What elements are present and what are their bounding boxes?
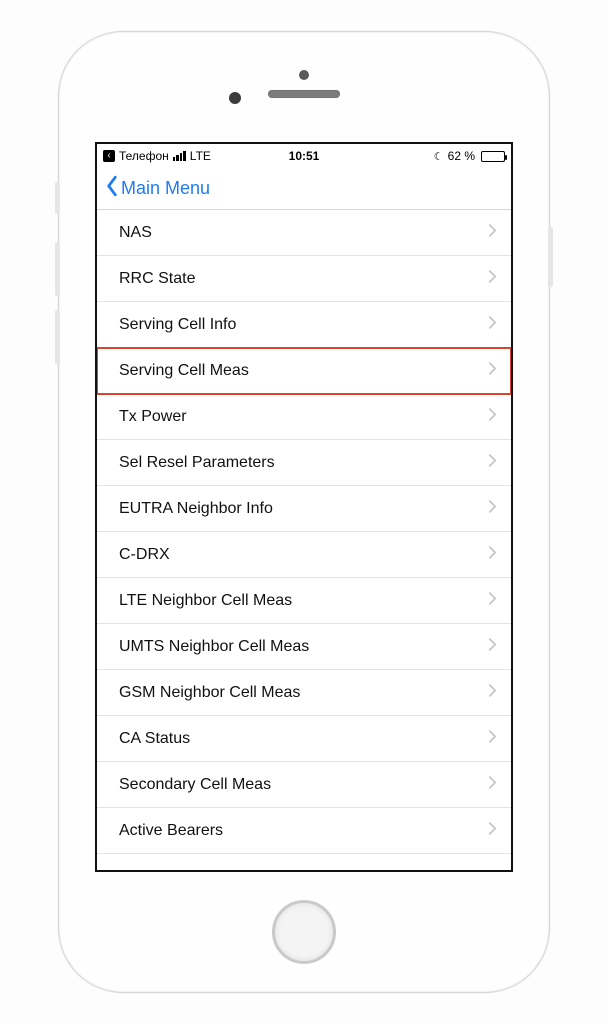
back-label: Main Menu: [121, 178, 210, 199]
menu-row[interactable]: Serving Cell Info: [97, 302, 511, 348]
chevron-right-icon: [488, 223, 497, 243]
menu-row-label: RRC State: [119, 270, 195, 288]
back-to-app-label[interactable]: Телефон: [119, 149, 169, 163]
chevron-right-icon: [488, 499, 497, 519]
earpiece-speaker: [268, 90, 340, 98]
menu-row-label: Serving Cell Meas: [119, 362, 249, 380]
menu-list[interactable]: NAS RRC State Serving Cell Info Serving Cel…: [97, 210, 511, 870]
menu-row-label: Active Bearers: [119, 822, 223, 840]
mute-switch: [55, 182, 60, 214]
chevron-right-icon: [488, 361, 497, 381]
battery-percent: 62 %: [448, 149, 475, 163]
menu-row[interactable]: C-DRX: [97, 532, 511, 578]
battery-icon: [481, 151, 505, 162]
menu-row-label: Sel Resel Parameters: [119, 454, 275, 472]
network-label: LTE: [190, 149, 211, 163]
menu-row-label: Secondary Cell Meas: [119, 776, 271, 794]
chevron-left-icon: [105, 175, 119, 202]
back-button[interactable]: Main Menu: [105, 175, 210, 202]
menu-row[interactable]: Active Bearers: [97, 808, 511, 854]
chevron-right-icon: [488, 269, 497, 289]
menu-row-label: Tx Power: [119, 408, 187, 426]
chevron-right-icon: [488, 453, 497, 473]
back-to-app-icon[interactable]: ‹: [103, 150, 115, 162]
proximity-sensor: [229, 92, 241, 104]
menu-row[interactable]: NAS: [97, 210, 511, 256]
menu-row-label: NAS: [119, 224, 152, 242]
chevron-right-icon: [488, 775, 497, 795]
power-button: [548, 227, 553, 287]
status-bar: ‹ Телефон LTE 10:51 ☾ 62 %: [97, 144, 511, 168]
menu-row-label: GSM Neighbor Cell Meas: [119, 684, 300, 702]
volume-down-button: [55, 310, 60, 364]
chevron-right-icon: [488, 683, 497, 703]
home-button[interactable]: [272, 900, 336, 964]
volume-up-button: [55, 242, 60, 296]
menu-row[interactable]: Tx Power: [97, 394, 511, 440]
menu-row[interactable]: Serving Cell Meas: [97, 348, 511, 394]
menu-row-label: CA Status: [119, 730, 190, 748]
screen: ‹ Телефон LTE 10:51 ☾ 62 % Main Menu: [95, 142, 513, 872]
menu-row[interactable]: EUTRA Neighbor Info: [97, 486, 511, 532]
menu-row-label: EUTRA Neighbor Info: [119, 500, 273, 518]
do-not-disturb-icon: ☾: [434, 150, 444, 163]
menu-row-label: UMTS Neighbor Cell Meas: [119, 638, 309, 656]
front-camera: [299, 70, 309, 80]
menu-row[interactable]: UMTS Neighbor Cell Meas: [97, 624, 511, 670]
menu-row[interactable]: CA Status: [97, 716, 511, 762]
chevron-right-icon: [488, 729, 497, 749]
chevron-right-icon: [488, 407, 497, 427]
menu-row-label: C-DRX: [119, 546, 170, 564]
menu-row-label: Serving Cell Info: [119, 316, 236, 334]
phone-frame: ‹ Телефон LTE 10:51 ☾ 62 % Main Menu: [59, 32, 549, 992]
signal-icon: [173, 151, 186, 161]
menu-row[interactable]: Sel Resel Parameters: [97, 440, 511, 486]
nav-header: Main Menu: [97, 168, 511, 210]
menu-row[interactable]: LTE Neighbor Cell Meas: [97, 578, 511, 624]
menu-row[interactable]: Secondary Cell Meas: [97, 762, 511, 808]
menu-row-label: LTE Neighbor Cell Meas: [119, 592, 292, 610]
clock: 10:51: [289, 149, 320, 163]
menu-row[interactable]: GSM Neighbor Cell Meas: [97, 670, 511, 716]
chevron-right-icon: [488, 315, 497, 335]
chevron-right-icon: [488, 821, 497, 841]
chevron-right-icon: [488, 637, 497, 657]
chevron-right-icon: [488, 591, 497, 611]
menu-row[interactable]: RRC State: [97, 256, 511, 302]
chevron-right-icon: [488, 545, 497, 565]
